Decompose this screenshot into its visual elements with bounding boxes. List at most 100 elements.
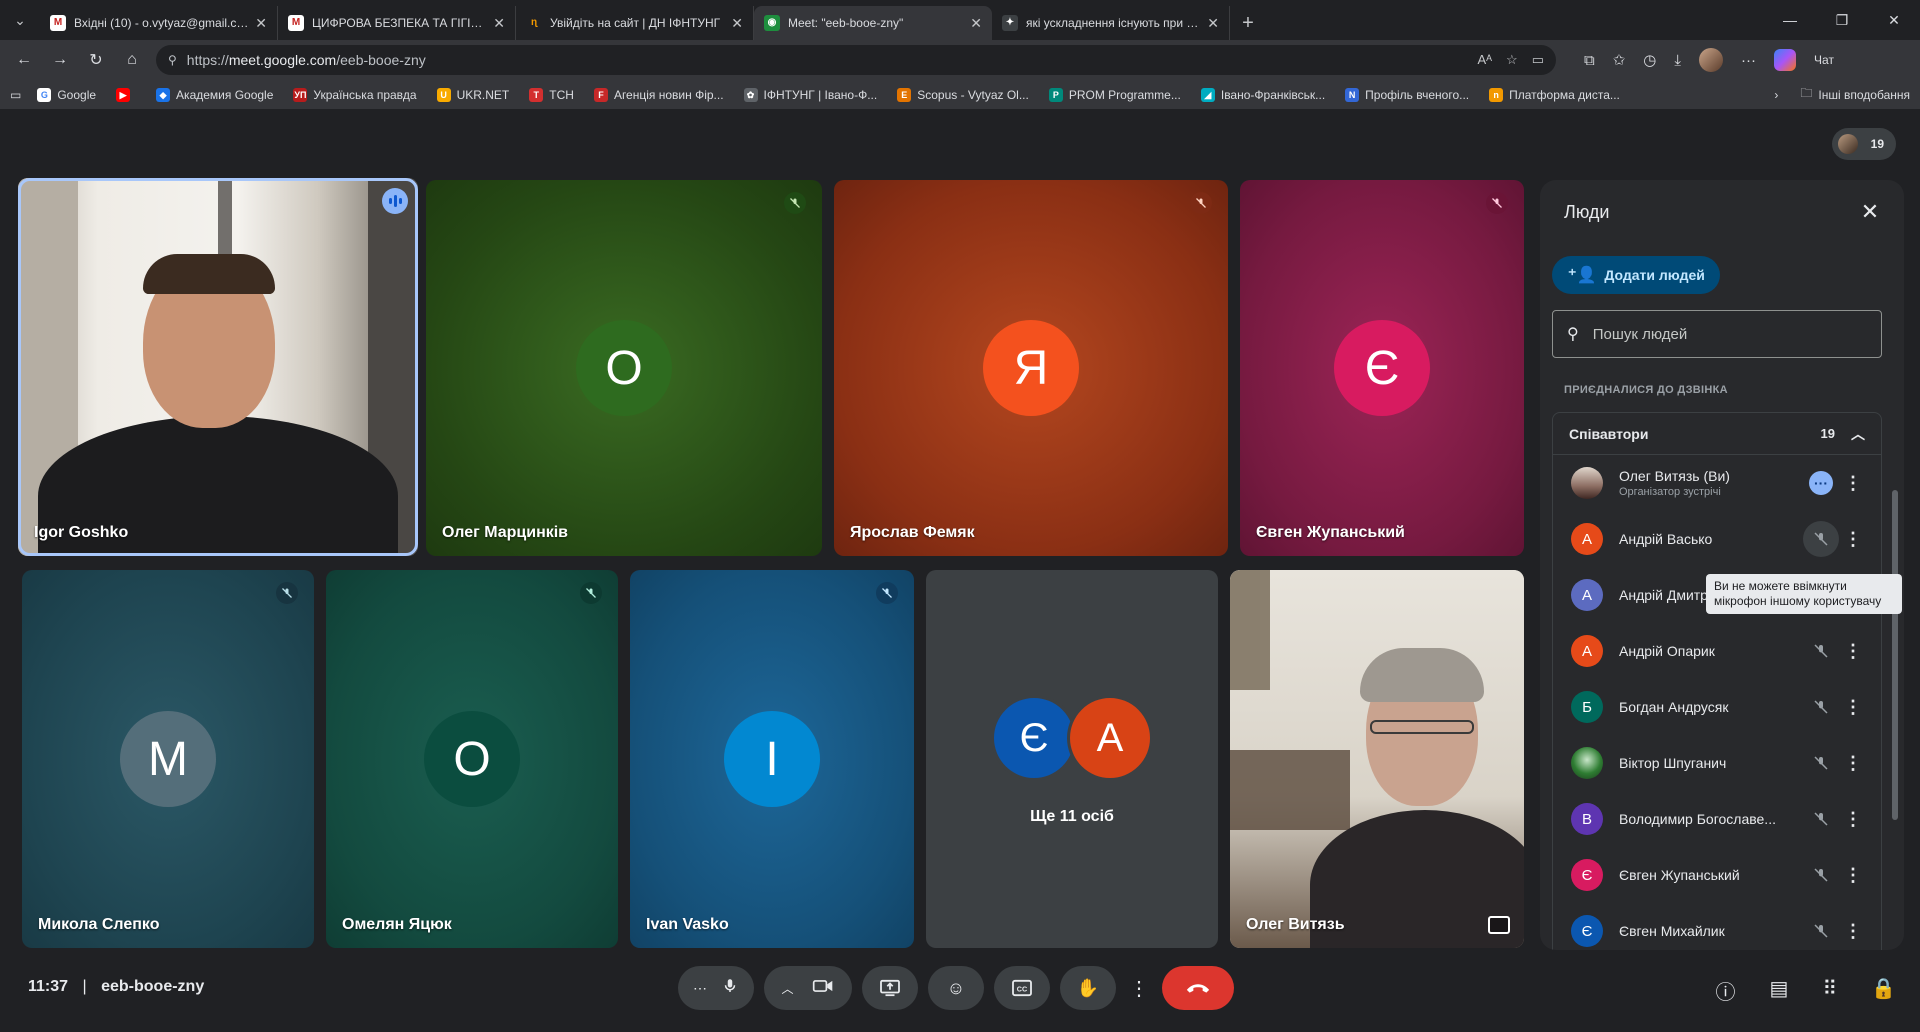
more-vert-icon[interactable]: ⋮ <box>1839 749 1867 777</box>
mic-off-icon[interactable] <box>1803 745 1839 781</box>
site-info-icon[interactable]: ⚲ <box>168 53 177 67</box>
participant-tile[interactable]: Є Євген Жупанський <box>1240 180 1524 556</box>
audio-options-icon[interactable]: ⋯ <box>693 980 707 997</box>
bookmark-item[interactable]: ◢ Івано-Франківськ... <box>1200 87 1325 102</box>
reload-icon[interactable]: ↻ <box>80 44 112 76</box>
browser-tab[interactable]: ɳ Увійдіть на сайт | ДН ІФНТУНГ ✕ <box>516 6 754 40</box>
read-aloud-icon[interactable]: Aᴬ <box>1477 52 1492 68</box>
bookmark-item[interactable]: УП Українська правда <box>293 87 417 102</box>
close-tab-icon[interactable]: ✕ <box>1207 15 1219 32</box>
back-icon[interactable]: ← <box>8 44 40 76</box>
downloads-icon[interactable]: ⤓ <box>1674 52 1681 69</box>
mic-off-icon[interactable] <box>1803 801 1839 837</box>
new-tab-icon[interactable]: + <box>1230 6 1266 40</box>
close-tab-icon[interactable]: ✕ <box>493 15 505 32</box>
favorite-star-icon[interactable]: ☆ <box>1506 52 1518 68</box>
more-menu-icon[interactable]: ··· <box>1741 52 1756 69</box>
more-participants-tile[interactable]: Є А Ще 11 осіб <box>926 570 1218 948</box>
scholar-profile-icon: N <box>1345 87 1360 102</box>
extensions-icon[interactable]: ⧉ <box>1584 52 1595 69</box>
favorites-icon[interactable]: ✩ <box>1613 51 1626 69</box>
bookmark-item[interactable]: ◆ Академия Google <box>156 87 273 102</box>
more-vert-icon[interactable]: ⋮ <box>1839 469 1867 497</box>
copilot-icon[interactable] <box>1774 49 1797 71</box>
chevron-up-icon[interactable]: ︿ <box>1851 424 1865 444</box>
mic-off-icon[interactable] <box>1803 857 1839 893</box>
video-tile-self[interactable]: Олег Витязь <box>1230 570 1524 948</box>
add-people-button[interactable]: ⁺👤 Додати людей <box>1552 256 1720 294</box>
browser-tab[interactable]: ✦ які ускладнення існують при бур ✕ <box>992 6 1230 40</box>
leave-call-button[interactable] <box>1162 966 1234 1010</box>
video-tile-igor-goshko[interactable]: Igor Goshko <box>18 178 418 556</box>
history-icon[interactable]: ◷ <box>1643 51 1656 69</box>
forward-icon[interactable]: → <box>44 44 76 76</box>
tab-search-chevron-icon[interactable]: ⌄ <box>0 0 40 40</box>
chat-label[interactable]: Чат <box>1814 53 1834 67</box>
more-vert-icon[interactable]: ⋮ <box>1839 693 1867 721</box>
participant-tile[interactable]: О Омелян Яцюк <box>326 570 618 948</box>
close-window-icon[interactable]: ✕ <box>1868 0 1920 40</box>
camera-button[interactable] <box>812 977 834 1000</box>
minimize-icon[interactable]: — <box>1764 0 1816 40</box>
host-controls[interactable]: ··· <box>1803 465 1839 501</box>
reactions-button[interactable]: ☺ <box>928 966 984 1010</box>
bookmark-item[interactable]: N Профіль вченого... <box>1345 87 1469 102</box>
activities-icon[interactable]: ⠿ <box>1822 976 1837 1005</box>
bookmark-item[interactable]: T ТСН <box>529 87 574 102</box>
close-icon[interactable]: ✕ <box>1854 196 1886 228</box>
mic-off-icon[interactable] <box>1803 689 1839 725</box>
host-controls-lock-icon[interactable]: 🔒 <box>1871 976 1896 1005</box>
bookmark-label: Агенція новин Фір... <box>613 87 724 102</box>
mic-off-icon <box>580 582 602 604</box>
chevron-up-icon[interactable]: ︿ <box>781 980 793 997</box>
bookmark-item[interactable]: E Scopus - Vytyaz Ol... <box>897 87 1029 102</box>
panel-scrollbar[interactable] <box>1892 490 1898 820</box>
participant-tile[interactable]: М Микола Слепко <box>22 570 314 948</box>
close-tab-icon[interactable]: ✕ <box>970 15 982 32</box>
raise-hand-button[interactable]: ✋ <box>1060 966 1116 1010</box>
participant-name: Олег Витязь (Ви) Організатор зустрічі <box>1619 468 1803 498</box>
other-bookmarks[interactable]: 🗀 Інші вподобання <box>1800 84 1910 105</box>
participant-tile[interactable]: Я Ярослав Фемяк <box>834 180 1228 556</box>
mic-off-icon[interactable] <box>1803 521 1839 557</box>
tab-title: які ускладнення існують при бур <box>1026 16 1202 30</box>
more-vert-icon[interactable]: ⋮ <box>1839 525 1867 553</box>
more-vert-icon[interactable]: ⋮ <box>1839 917 1867 945</box>
bookmark-item[interactable]: n Платформа диста... <box>1489 87 1620 102</box>
bookmark-item[interactable]: G Google <box>37 87 96 102</box>
chevron-right-icon[interactable]: › <box>1774 88 1778 102</box>
browser-tab[interactable]: M Вхідні (10) - o.vytyaz@gmail.com ✕ <box>40 6 278 40</box>
more-vert-icon[interactable]: ⋮ <box>1839 861 1867 889</box>
present-screen-button[interactable] <box>862 966 918 1010</box>
close-tab-icon[interactable]: ✕ <box>731 15 743 32</box>
browser-tab-active[interactable]: ◉ Meet: "eeb-booe-zny" ✕ <box>754 6 992 40</box>
bookmark-item[interactable]: P PROM Programme... <box>1048 87 1181 102</box>
browser-tab[interactable]: M ЦИФРОВА БЕЗПЕКА ТА ГІГІЄНА - ✕ <box>278 6 516 40</box>
url-input[interactable]: ⚲ https://meet.google.com/eeb-booe-zny A… <box>156 45 1556 75</box>
profile-avatar[interactable] <box>1699 48 1724 72</box>
captions-button[interactable]: CC <box>994 966 1050 1010</box>
close-tab-icon[interactable]: ✕ <box>255 15 267 32</box>
mic-button[interactable] <box>721 977 739 1000</box>
group-header[interactable]: Співавтори 19 ︿ <box>1553 413 1881 455</box>
mic-off-icon[interactable] <box>1803 913 1839 949</box>
more-vert-icon[interactable]: ⋮ <box>1839 637 1867 665</box>
bookmark-item[interactable]: ✿ ІФНТУНГ | Івано-Ф... <box>743 87 877 102</box>
participant-tile[interactable]: О Олег Марцинків <box>426 180 822 556</box>
chat-icon[interactable]: ▤ <box>1770 976 1789 1005</box>
home-icon[interactable]: ⌂ <box>116 44 148 76</box>
bookmarks-toggle-icon[interactable]: ▭ <box>10 88 21 102</box>
more-options-icon[interactable]: ⋮ <box>1126 966 1152 1010</box>
bookmark-item[interactable]: ▶ <box>116 87 136 102</box>
info-icon[interactable]: ⓘ <box>1716 976 1736 1005</box>
more-vert-icon[interactable]: ⋮ <box>1839 805 1867 833</box>
search-people-input[interactable]: ⚲ Пошук людей <box>1552 310 1882 358</box>
camera-icon[interactable]: ▭ <box>1532 52 1544 68</box>
bookmark-item[interactable]: F Агенція новин Фір... <box>593 87 724 102</box>
bookmark-item[interactable]: U UKR.NET <box>436 87 509 102</box>
mic-off-icon[interactable] <box>1803 633 1839 669</box>
participant-tile[interactable]: І Ivan Vasko <box>630 570 914 948</box>
restore-icon[interactable]: ❐ <box>1816 0 1868 40</box>
participant-count-pill[interactable]: 19 <box>1832 128 1896 160</box>
pip-icon[interactable] <box>1488 916 1510 934</box>
